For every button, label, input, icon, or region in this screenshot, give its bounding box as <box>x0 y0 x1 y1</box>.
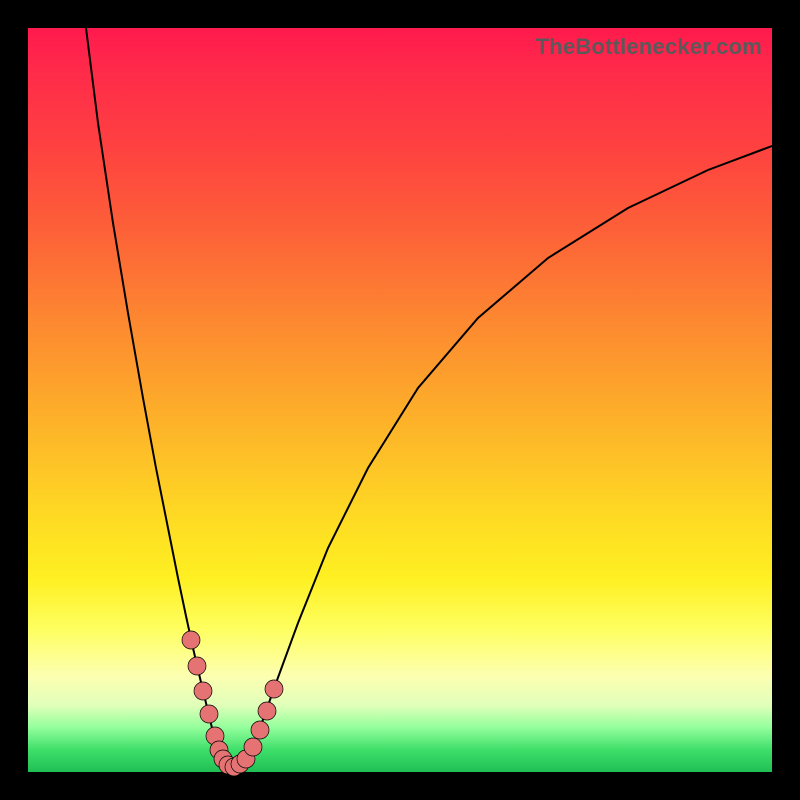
dot <box>194 682 212 700</box>
dot <box>188 657 206 675</box>
highlight-dots <box>182 631 283 776</box>
dot <box>265 680 283 698</box>
dot <box>182 631 200 649</box>
dot <box>258 702 276 720</box>
outer-frame: TheBottlenecker.com <box>0 0 800 800</box>
bottleneck-curve <box>86 28 772 766</box>
dot <box>200 705 218 723</box>
curve-layer <box>28 28 772 772</box>
dot <box>244 738 262 756</box>
dot <box>251 721 269 739</box>
plot-area: TheBottlenecker.com <box>28 28 772 772</box>
